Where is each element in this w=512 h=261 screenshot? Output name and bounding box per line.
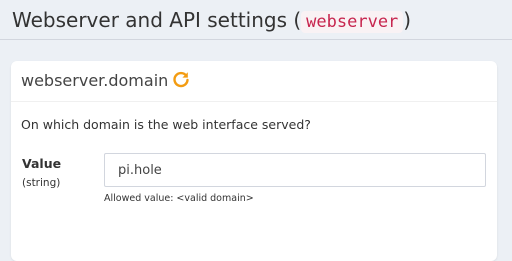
- page-title-code: webserver: [301, 11, 404, 33]
- setting-name: webserver.domain: [21, 71, 169, 90]
- setting-header: webserver.domain: [11, 61, 497, 102]
- domain-input[interactable]: [104, 153, 486, 187]
- page-title-text: Webserver and API settings (: [12, 8, 302, 32]
- setting-box: webserver.domain On which domain is the …: [11, 61, 497, 261]
- page-title-suffix: ): [403, 8, 412, 32]
- value-type: (string): [22, 177, 61, 189]
- setting-description: On which domain is the web interface ser…: [21, 117, 311, 132]
- refresh-icon[interactable]: [171, 70, 191, 90]
- allowed-value-hint: Allowed value: <valid domain>: [104, 193, 254, 204]
- page-title: Webserver and API settings (webserver): [12, 7, 411, 35]
- page-header: Webserver and API settings (webserver): [0, 0, 512, 40]
- value-label: Value: [22, 156, 62, 171]
